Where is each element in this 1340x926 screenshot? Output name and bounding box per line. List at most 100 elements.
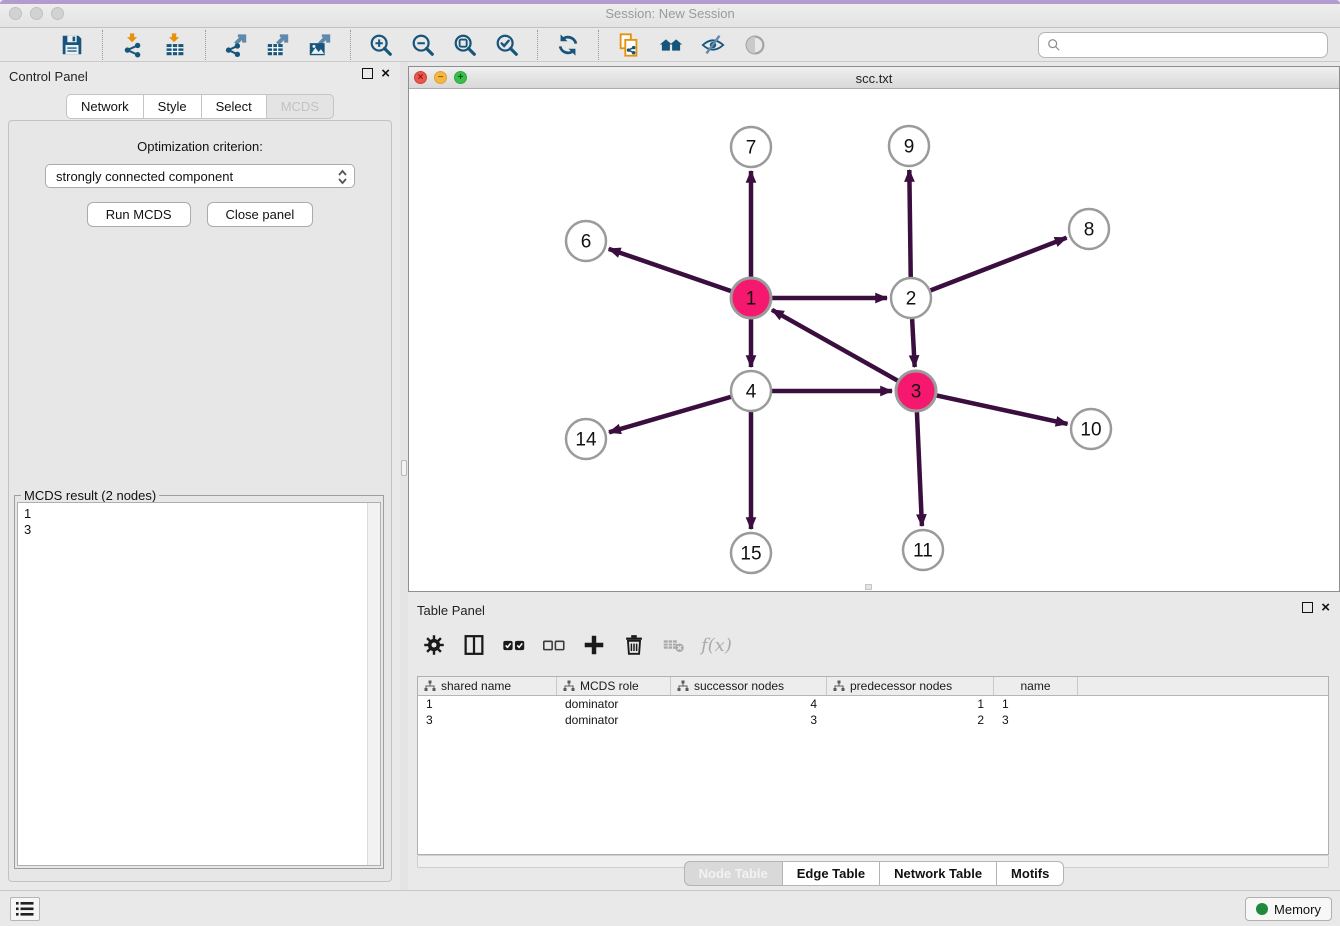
show-all-button[interactable] [734,30,776,60]
export-table-button[interactable] [257,30,299,60]
network-node-8[interactable]: 8 [1069,209,1109,249]
close-panel-button[interactable]: Close panel [207,202,314,227]
houses-icon [658,32,684,58]
criterion-select[interactable]: strongly connected component [45,164,355,188]
table-cell[interactable]: dominator [557,696,671,712]
svg-text:9: 9 [904,137,915,158]
tab-mcds[interactable]: MCDS [267,94,334,119]
table-cell[interactable]: dominator [557,712,671,728]
tab-style[interactable]: Style [144,94,202,119]
save-session-button[interactable] [51,30,93,60]
network-canvas[interactable]: 7 9 6 8 1 2 4 3 14 10 15 11 [409,89,1339,591]
table-cell[interactable]: 4 [671,696,827,712]
select-all-columns-button[interactable] [497,629,531,661]
network-node-3[interactable]: 3 [896,371,936,411]
table-cell[interactable]: 1 [994,696,1078,712]
tab-network[interactable]: Network [66,94,144,119]
zoom-in-button[interactable] [360,30,402,60]
export-image-button[interactable] [299,30,341,60]
mcds-result-lines: 13 [18,503,380,541]
task-history-button[interactable] [10,897,40,921]
network-edge-2-8[interactable] [931,238,1067,291]
gear-icon [421,632,447,658]
float-panel-icon[interactable] [362,68,373,79]
list-icon [15,901,35,917]
apply-layout-button[interactable] [547,30,589,60]
column-header-shared-name[interactable]: shared name [418,677,557,695]
network-node-4[interactable]: 4 [731,371,771,411]
table-cell[interactable]: 1 [827,696,994,712]
svg-text:11: 11 [913,541,933,562]
network-edge-2-9[interactable] [909,170,910,277]
network-node-9[interactable]: 9 [889,126,929,166]
memory-button[interactable]: Memory [1245,897,1332,921]
zoom-fit-button[interactable] [444,30,486,60]
delete-column-button[interactable] [617,629,651,661]
mcds-result-line: 3 [24,522,374,538]
table-cell[interactable]: 2 [827,712,994,728]
table-row[interactable]: 1dominator411 [418,696,1328,712]
network-edge-1-6[interactable] [609,249,731,291]
tab-select[interactable]: Select [202,94,267,119]
network-node-10[interactable]: 10 [1071,409,1111,449]
tab-edge-table[interactable]: Edge Table [783,861,880,886]
network-node-6[interactable]: 6 [566,221,606,261]
close-panel-icon[interactable]: × [381,68,390,79]
network-resize-handle[interactable] [865,584,872,590]
tab-network-table[interactable]: Network Table [880,861,997,886]
export-image-icon [307,32,333,58]
table-cell[interactable]: 3 [418,712,557,728]
svg-text:8: 8 [1084,220,1095,241]
tab-node-table[interactable]: Node Table [684,861,783,886]
run-mcds-button[interactable]: Run MCDS [87,202,191,227]
deselect-all-columns-button[interactable] [537,629,571,661]
column-header-successor-nodes[interactable]: successor nodes [671,677,827,695]
delete-table-button[interactable] [657,629,691,661]
network-edge-2-3[interactable] [912,319,915,367]
network-edge-4-14[interactable] [609,397,731,432]
panel-splitter[interactable] [400,62,408,890]
table-cell[interactable]: 1 [418,696,557,712]
svg-text:4: 4 [746,382,757,403]
duplicate-network-button[interactable] [608,30,650,60]
hide-selected-button[interactable] [692,30,734,60]
network-node-14[interactable]: 14 [566,419,606,459]
table-options-gear-button[interactable] [417,629,451,661]
network-edge-3-11[interactable] [917,412,922,526]
mcds-result-box[interactable]: 13 [17,502,381,866]
table-cell[interactable]: 3 [994,712,1078,728]
zoom-out-button[interactable] [402,30,444,60]
zoom-selected-button[interactable] [486,30,528,60]
function-builder-button[interactable]: f(x) [697,635,732,656]
network-node-1[interactable]: 1 [731,278,771,318]
close-table-panel-icon[interactable]: × [1321,602,1330,613]
export-network-button[interactable] [215,30,257,60]
splitter-handle[interactable] [401,460,407,476]
column-layout-button[interactable] [457,629,491,661]
tab-motifs[interactable]: Motifs [997,861,1064,886]
import-network-button[interactable] [112,30,154,60]
network-node-7[interactable]: 7 [731,127,771,167]
network-node-15[interactable]: 15 [731,533,771,573]
column-header-name[interactable]: name [994,677,1078,695]
search-input[interactable] [1061,38,1327,53]
network-window-titlebar[interactable]: × − + scc.txt [409,67,1339,89]
column-header-MCDS-role[interactable]: MCDS role [557,677,671,695]
table-cell[interactable]: 3 [671,712,827,728]
network-edge-3-10[interactable] [937,395,1068,423]
float-table-panel-icon[interactable] [1302,602,1313,613]
network-window-title: scc.txt [409,71,1339,86]
delete-table-disabled-icon [661,632,687,658]
import-table-button[interactable] [154,30,196,60]
open-session-button[interactable] [9,30,51,60]
column-header-predecessor-nodes[interactable]: predecessor nodes [827,677,994,695]
first-neighbors-button[interactable] [650,30,692,60]
network-node-2[interactable]: 2 [891,278,931,318]
network-edge-3-1[interactable] [772,310,898,381]
add-column-button[interactable] [577,629,611,661]
columns-icon [461,632,487,658]
network-node-11[interactable]: 11 [903,530,943,570]
table-row[interactable]: 3dominator323 [418,712,1328,728]
mcds-result-scrollbar[interactable] [367,503,380,865]
optimization-criterion-label: Optimization criterion: [9,139,391,154]
